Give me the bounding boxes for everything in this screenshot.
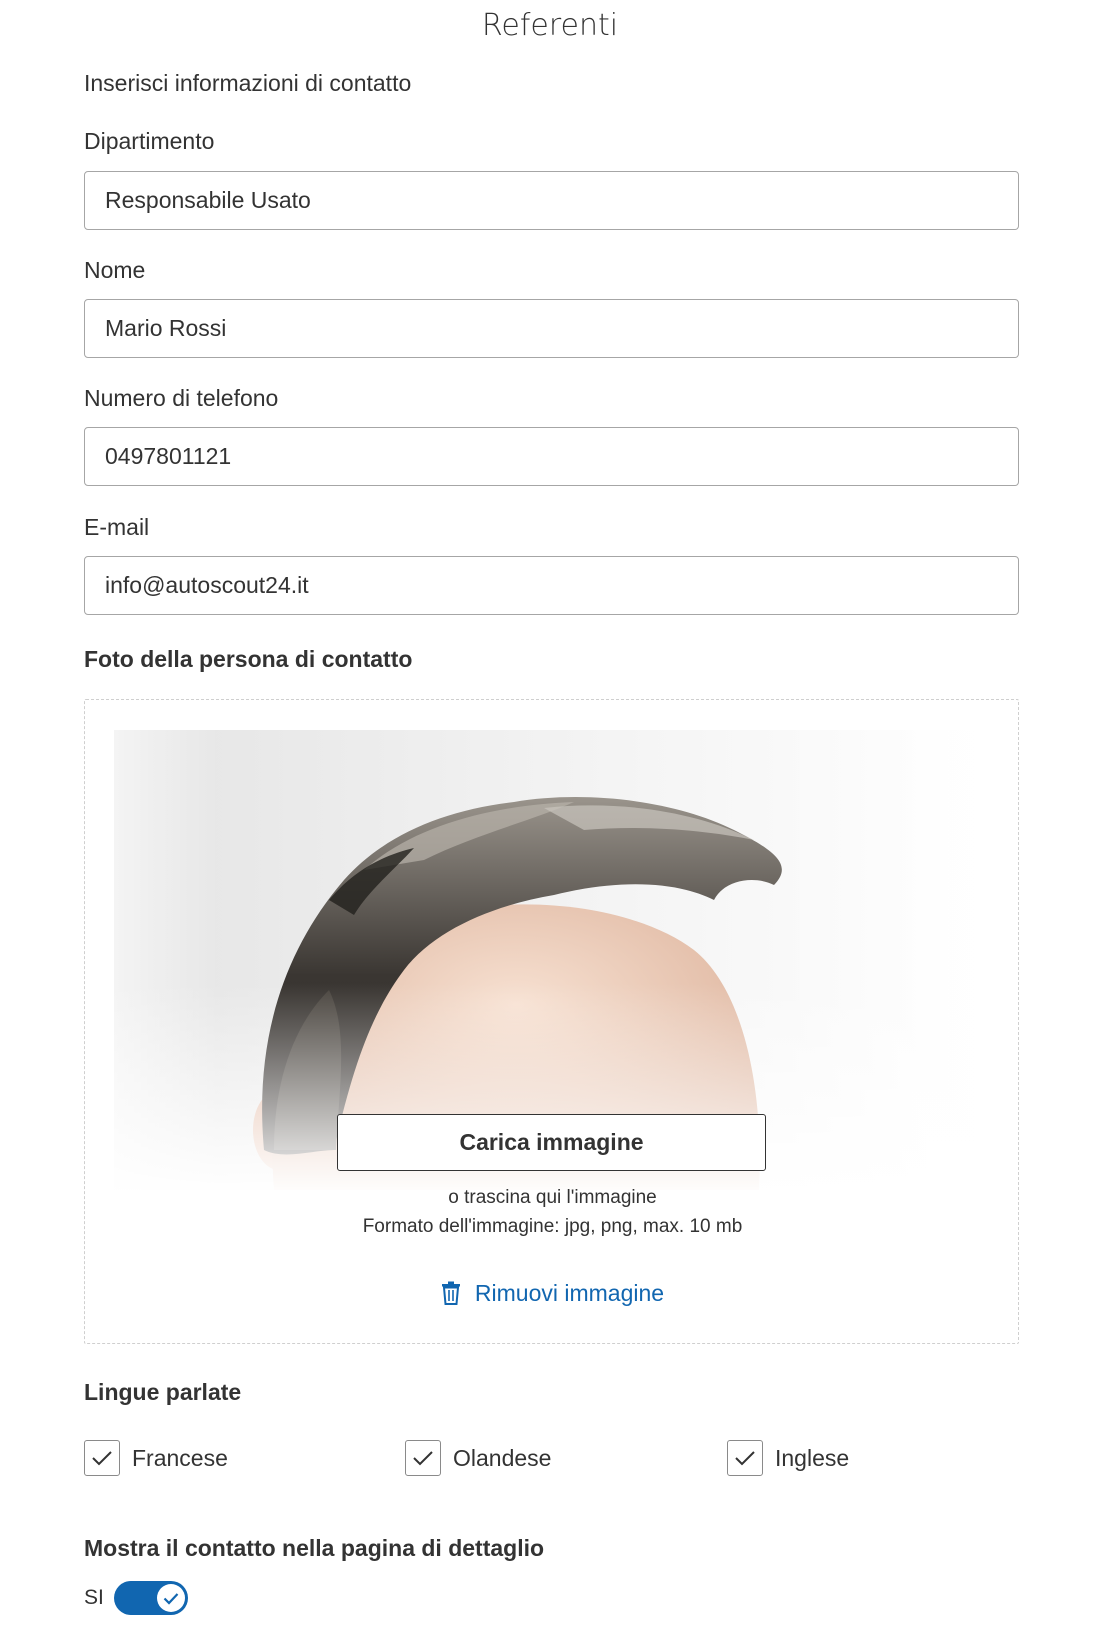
check-icon <box>163 1592 179 1605</box>
email-label: E-mail <box>84 514 150 540</box>
drag-hint: o trascina qui l'immagine <box>448 1187 657 1208</box>
language-label: Olandese <box>453 1444 552 1471</box>
name-field[interactable] <box>84 299 1019 358</box>
toggle-knob <box>156 1584 185 1612</box>
checkbox-box[interactable] <box>84 1440 120 1476</box>
email-field[interactable] <box>84 556 1019 615</box>
photo-dropzone[interactable]: Carica immagine o trascina qui l'immagin… <box>84 699 1019 1344</box>
languages-section-label: Lingue parlate <box>84 1379 242 1405</box>
department-label: Dipartimento <box>84 128 215 154</box>
check-icon <box>92 1451 112 1466</box>
check-icon <box>735 1451 755 1466</box>
show-contact-toggle[interactable] <box>113 1581 188 1615</box>
department-field[interactable] <box>84 171 1019 230</box>
checkbox-box[interactable] <box>405 1440 441 1476</box>
language-label: Francese <box>132 1444 228 1471</box>
form-subtitle: Inserisci informazioni di contatto <box>84 70 412 96</box>
toggle-label: SI <box>84 1586 104 1609</box>
show-contact-toggle-row: SI <box>84 1581 188 1615</box>
language-checkbox-olandese[interactable]: Olandese <box>405 1438 551 1478</box>
phone-label: Numero di telefono <box>84 385 279 411</box>
language-checkbox-inglese[interactable]: Inglese <box>727 1438 849 1478</box>
photo-section-label: Foto della persona di contatto <box>84 646 413 672</box>
format-hint: Formato dell'immagine: jpg, png, max. 10… <box>362 1216 743 1237</box>
upload-image-button[interactable]: Carica immagine <box>337 1114 766 1171</box>
phone-field[interactable] <box>84 427 1019 486</box>
show-contact-section-label: Mostra il contatto nella pagina di detta… <box>84 1535 545 1561</box>
trash-icon <box>441 1281 461 1311</box>
check-icon <box>413 1451 433 1466</box>
remove-image-link[interactable]: Rimuovi immagine <box>85 1280 1020 1311</box>
remove-image-label: Rimuovi immagine <box>474 1280 665 1306</box>
language-label: Inglese <box>775 1444 850 1471</box>
page-title: Referenti <box>481 8 619 43</box>
checkbox-box[interactable] <box>727 1440 763 1476</box>
name-label: Nome <box>84 257 146 283</box>
language-checkbox-francese[interactable]: Francese <box>84 1438 228 1478</box>
